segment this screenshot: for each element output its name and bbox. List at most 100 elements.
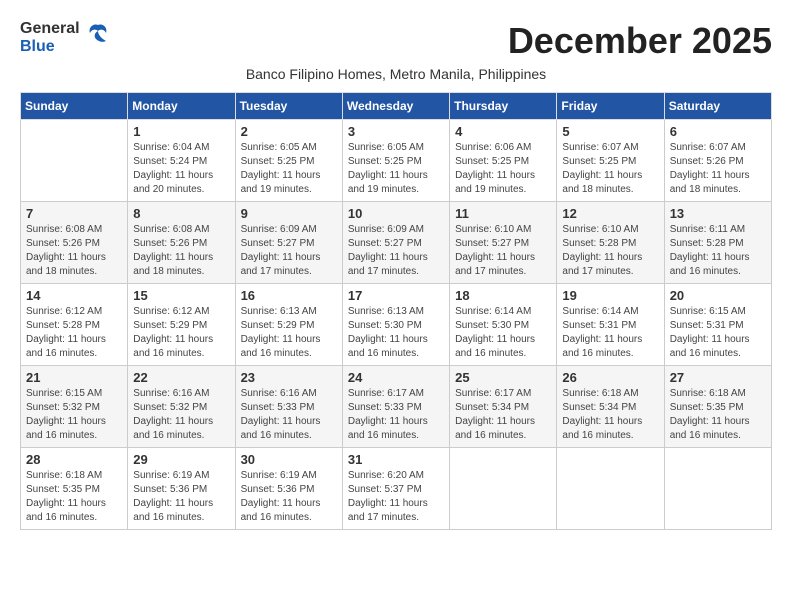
day-number: 30 — [241, 452, 337, 467]
day-number: 12 — [562, 206, 658, 221]
calendar-cell: 5 Sunrise: 6:07 AM Sunset: 5:25 PM Daylig… — [557, 120, 664, 202]
day-number: 28 — [26, 452, 122, 467]
day-info: Sunrise: 6:09 AM Sunset: 5:27 PM Dayligh… — [348, 223, 444, 279]
calendar-cell: 30 Sunrise: 6:19 AM Sunset: 5:36 PM Dayli… — [235, 448, 342, 530]
calendar-cell: 2 Sunrise: 6:05 AM Sunset: 5:25 PM Daylig… — [235, 120, 342, 202]
day-info: Sunrise: 6:12 AM Sunset: 5:28 PM Dayligh… — [26, 305, 122, 361]
logo: General Blue — [20, 20, 112, 56]
day-info: Sunrise: 6:10 AM Sunset: 5:27 PM Dayligh… — [455, 223, 551, 279]
day-info: Sunrise: 6:15 AM Sunset: 5:32 PM Dayligh… — [26, 387, 122, 443]
day-info: Sunrise: 6:09 AM Sunset: 5:27 PM Dayligh… — [241, 223, 337, 279]
logo-general: General — [20, 20, 80, 37]
week-row-3: 14 Sunrise: 6:12 AM Sunset: 5:28 PM Dayli… — [21, 284, 772, 366]
day-info: Sunrise: 6:17 AM Sunset: 5:33 PM Dayligh… — [348, 387, 444, 443]
day-number: 31 — [348, 452, 444, 467]
day-info: Sunrise: 6:05 AM Sunset: 5:25 PM Dayligh… — [241, 141, 337, 197]
day-number: 5 — [562, 124, 658, 139]
calendar-cell: 14 Sunrise: 6:12 AM Sunset: 5:28 PM Dayli… — [21, 284, 128, 366]
day-info: Sunrise: 6:04 AM Sunset: 5:24 PM Dayligh… — [133, 141, 229, 197]
calendar-cell: 27Sunrise: 6:18 AM Sunset: 5:35 PM Dayli… — [664, 366, 771, 448]
day-number: 25 — [455, 370, 551, 385]
day-number: 8 — [133, 206, 229, 221]
day-number: 19 — [562, 288, 658, 303]
calendar-header: SundayMondayTuesdayWednesdayThursdayFrid… — [21, 93, 772, 120]
calendar-cell: 18Sunrise: 6:14 AM Sunset: 5:30 PM Dayli… — [450, 284, 557, 366]
calendar-cell: 3 Sunrise: 6:05 AM Sunset: 5:25 PM Daylig… — [342, 120, 449, 202]
header-day-wednesday: Wednesday — [342, 93, 449, 120]
calendar-cell: 11 Sunrise: 6:10 AM Sunset: 5:27 PM Dayli… — [450, 202, 557, 284]
day-info: Sunrise: 6:08 AM Sunset: 5:26 PM Dayligh… — [133, 223, 229, 279]
day-number: 23 — [241, 370, 337, 385]
day-number: 2 — [241, 124, 337, 139]
day-info: Sunrise: 6:07 AM Sunset: 5:26 PM Dayligh… — [670, 141, 766, 197]
day-info: Sunrise: 6:05 AM Sunset: 5:25 PM Dayligh… — [348, 141, 444, 197]
day-info: Sunrise: 6:10 AM Sunset: 5:28 PM Dayligh… — [562, 223, 658, 279]
day-info: Sunrise: 6:17 AM Sunset: 5:34 PM Dayligh… — [455, 387, 551, 443]
calendar-cell: 19 Sunrise: 6:14 AM Sunset: 5:31 PM Dayli… — [557, 284, 664, 366]
day-number: 24 — [348, 370, 444, 385]
week-row-5: 28 Sunrise: 6:18 AM Sunset: 5:35 PM Dayli… — [21, 448, 772, 530]
day-number: 13 — [670, 206, 766, 221]
header-day-tuesday: Tuesday — [235, 93, 342, 120]
day-number: 3 — [348, 124, 444, 139]
day-info: Sunrise: 6:13 AM Sunset: 5:30 PM Dayligh… — [348, 305, 444, 361]
day-number: 21 — [26, 370, 122, 385]
week-row-1: 1 Sunrise: 6:04 AM Sunset: 5:24 PM Daylig… — [21, 120, 772, 202]
calendar-cell: 29Sunrise: 6:19 AM Sunset: 5:36 PM Dayli… — [128, 448, 235, 530]
day-number: 27 — [670, 370, 766, 385]
day-info: Sunrise: 6:08 AM Sunset: 5:26 PM Dayligh… — [26, 223, 122, 279]
calendar-cell: 7Sunrise: 6:08 AM Sunset: 5:26 PM Daylig… — [21, 202, 128, 284]
day-info: Sunrise: 6:16 AM Sunset: 5:32 PM Dayligh… — [133, 387, 229, 443]
day-number: 22 — [133, 370, 229, 385]
header-day-thursday: Thursday — [450, 93, 557, 120]
day-number: 15 — [133, 288, 229, 303]
calendar-cell: 28 Sunrise: 6:18 AM Sunset: 5:35 PM Dayli… — [21, 448, 128, 530]
day-info: Sunrise: 6:16 AM Sunset: 5:33 PM Dayligh… — [241, 387, 337, 443]
day-info: Sunrise: 6:18 AM Sunset: 5:34 PM Dayligh… — [562, 387, 658, 443]
day-info: Sunrise: 6:07 AM Sunset: 5:25 PM Dayligh… — [562, 141, 658, 197]
day-number: 14 — [26, 288, 122, 303]
day-info: Sunrise: 6:20 AM Sunset: 5:37 PM Dayligh… — [348, 469, 444, 525]
calendar-cell — [664, 448, 771, 530]
calendar-cell: 25 Sunrise: 6:17 AM Sunset: 5:34 PM Dayli… — [450, 366, 557, 448]
calendar-cell — [450, 448, 557, 530]
logo-blue: Blue — [20, 38, 55, 55]
calendar-cell — [21, 120, 128, 202]
calendar-cell: 8 Sunrise: 6:08 AM Sunset: 5:26 PM Daylig… — [128, 202, 235, 284]
week-row-4: 21 Sunrise: 6:15 AM Sunset: 5:32 PM Dayli… — [21, 366, 772, 448]
day-number: 11 — [455, 206, 551, 221]
month-title: December 2025 — [508, 20, 772, 62]
day-number: 29 — [133, 452, 229, 467]
day-number: 4 — [455, 124, 551, 139]
calendar-cell: 12 Sunrise: 6:10 AM Sunset: 5:28 PM Dayli… — [557, 202, 664, 284]
calendar-cell: 16Sunrise: 6:13 AM Sunset: 5:29 PM Dayli… — [235, 284, 342, 366]
day-number: 18 — [455, 288, 551, 303]
calendar-cell: 13 Sunrise: 6:11 AM Sunset: 5:28 PM Dayli… — [664, 202, 771, 284]
calendar-cell — [557, 448, 664, 530]
calendar-cell: 21 Sunrise: 6:15 AM Sunset: 5:32 PM Dayli… — [21, 366, 128, 448]
header-day-sunday: Sunday — [21, 93, 128, 120]
day-number: 20 — [670, 288, 766, 303]
day-number: 1 — [133, 124, 229, 139]
header-row: SundayMondayTuesdayWednesdayThursdayFrid… — [21, 93, 772, 120]
header-day-saturday: Saturday — [664, 93, 771, 120]
day-number: 26 — [562, 370, 658, 385]
day-number: 6 — [670, 124, 766, 139]
calendar-cell: 23 Sunrise: 6:16 AM Sunset: 5:33 PM Dayli… — [235, 366, 342, 448]
day-info: Sunrise: 6:14 AM Sunset: 5:31 PM Dayligh… — [562, 305, 658, 361]
day-info: Sunrise: 6:19 AM Sunset: 5:36 PM Dayligh… — [241, 469, 337, 525]
day-info: Sunrise: 6:18 AM Sunset: 5:35 PM Dayligh… — [26, 469, 122, 525]
day-number: 9 — [241, 206, 337, 221]
day-info: Sunrise: 6:15 AM Sunset: 5:31 PM Dayligh… — [670, 305, 766, 361]
calendar-cell: 4Sunrise: 6:06 AM Sunset: 5:25 PM Daylig… — [450, 120, 557, 202]
day-info: Sunrise: 6:13 AM Sunset: 5:29 PM Dayligh… — [241, 305, 337, 361]
week-row-2: 7Sunrise: 6:08 AM Sunset: 5:26 PM Daylig… — [21, 202, 772, 284]
day-info: Sunrise: 6:11 AM Sunset: 5:28 PM Dayligh… — [670, 223, 766, 279]
day-number: 10 — [348, 206, 444, 221]
calendar-cell: 26 Sunrise: 6:18 AM Sunset: 5:34 PM Dayli… — [557, 366, 664, 448]
calendar-cell: 31 Sunrise: 6:20 AM Sunset: 5:37 PM Dayli… — [342, 448, 449, 530]
calendar-cell: 20 Sunrise: 6:15 AM Sunset: 5:31 PM Dayli… — [664, 284, 771, 366]
day-number: 17 — [348, 288, 444, 303]
calendar-cell: 1 Sunrise: 6:04 AM Sunset: 5:24 PM Daylig… — [128, 120, 235, 202]
page-header: General Blue December 2025 — [20, 20, 772, 62]
